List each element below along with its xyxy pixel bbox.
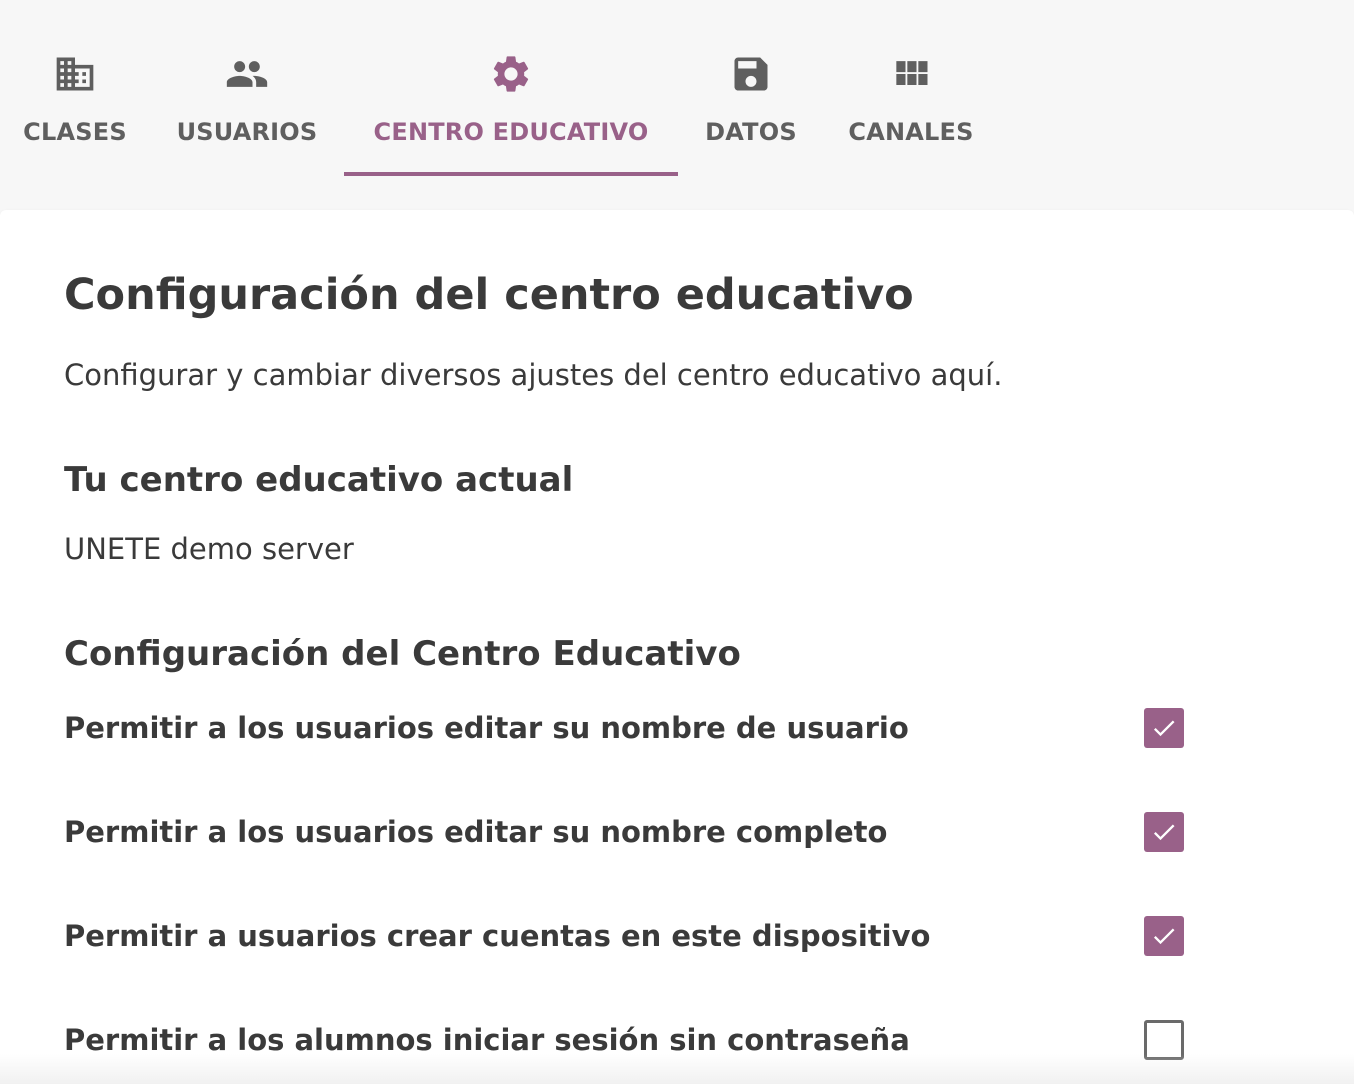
tab-usuarios-label: USUARIOS [176,118,318,146]
people-icon [225,52,269,96]
tab-usuarios[interactable]: USUARIOS [170,52,324,176]
active-tab-indicator [344,172,678,176]
save-icon [729,52,773,96]
setting-checkbox-edit-full-name[interactable] [1144,812,1184,852]
setting-label: Permitir a los usuarios editar su nombre… [64,711,909,745]
setting-checkbox-create-accounts[interactable] [1144,916,1184,956]
setting-row-edit-full-name: Permitir a los usuarios editar su nombre… [64,810,1184,854]
tab-canales[interactable]: CANALES [842,52,980,176]
grid-icon [889,52,933,96]
top-navigation: CLASES USUARIOS CENTRO EDUCATIVO DATOS C… [0,0,1354,210]
gear-icon [489,52,533,96]
tab-datos-label: DATOS [705,118,797,146]
setting-row-create-accounts: Permitir a usuarios crear cuentas en est… [64,914,1184,958]
page-title: Configuración del centro educativo [64,270,914,320]
setting-checkbox-edit-username[interactable] [1144,708,1184,748]
page-subtitle: Configurar y cambiar diversos ajustes de… [64,358,1003,392]
tab-clases-label: CLASES [23,118,127,146]
checkmark-icon [1153,824,1175,841]
building-icon [53,52,97,96]
tab-canales-label: CANALES [848,118,974,146]
current-facility-name: UNETE demo server [64,532,354,566]
setting-row-passwordless-login: Permitir a los alumnos iniciar sesión si… [64,1018,1184,1062]
content-card: Configuración del centro educativo Confi… [0,210,1354,1084]
checkmark-icon [1153,720,1175,737]
tab-centro-educativo[interactable]: CENTRO EDUCATIVO [344,52,678,176]
checkmark-icon [1153,928,1175,945]
setting-row-edit-username: Permitir a los usuarios editar su nombre… [64,706,1184,750]
tab-centro-educativo-label: CENTRO EDUCATIVO [373,118,649,146]
current-facility-heading: Tu centro educativo actual [64,460,574,500]
setting-label: Permitir a los usuarios editar su nombre… [64,815,888,849]
facility-settings-heading: Configuración del Centro Educativo [64,634,741,674]
setting-checkbox-passwordless-login[interactable] [1144,1020,1184,1060]
tab-clases[interactable]: CLASES [20,52,130,176]
setting-label: Permitir a los alumnos iniciar sesión si… [64,1023,910,1057]
tab-datos[interactable]: DATOS [698,52,804,176]
setting-label: Permitir a usuarios crear cuentas en est… [64,919,931,953]
